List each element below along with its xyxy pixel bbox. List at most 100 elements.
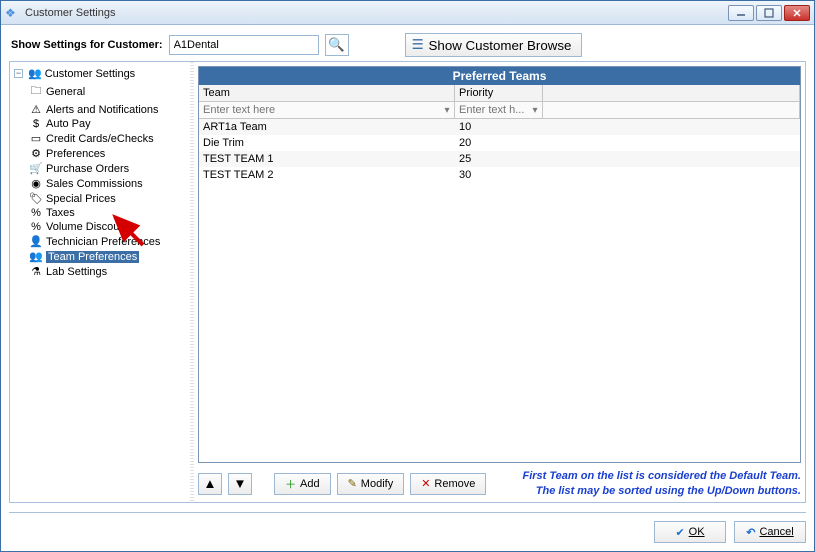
cell-team: TEST TEAM 1 <box>199 152 455 166</box>
add-label: Add <box>300 478 320 490</box>
sidebar-item-label: Special Prices <box>46 193 116 205</box>
grid-body[interactable]: ART1a Team10Die Trim20TEST TEAM 125TEST … <box>199 119 800 462</box>
sidebar-item-label: Purchase Orders <box>46 163 129 175</box>
sidebar-item-label: Taxes <box>46 207 75 219</box>
expander-icon[interactable]: − <box>14 69 23 78</box>
up-icon: ▲ <box>203 476 216 491</box>
folder-icon: 🗀 <box>29 82 43 101</box>
funnel-icon[interactable]: ▾ <box>528 105 542 116</box>
tree-root[interactable]: − 👥 Customer Settings <box>12 66 188 81</box>
show-customer-browse-button[interactable]: ☰ Show Customer Browse <box>405 33 583 57</box>
bell-icon: ⚠ <box>29 103 43 116</box>
minimize-button[interactable] <box>728 5 754 21</box>
cell-team: Die Trim <box>199 136 455 150</box>
maximize-button[interactable] <box>756 5 782 21</box>
app-icon: ❖ <box>5 6 19 20</box>
column-header-priority[interactable]: Priority <box>455 85 543 102</box>
sidebar-item-label: Team Preferences <box>46 251 139 263</box>
remove-label: Remove <box>434 478 475 490</box>
table-row[interactable]: ART1a Team10 <box>199 119 800 135</box>
sidebar-item-auto-pay[interactable]: $Auto Pay <box>26 117 188 131</box>
content-panel: Preferred Teams Team Priority ▾ ▾ ART1a … <box>194 62 805 502</box>
modify-button[interactable]: ✎ Modify <box>337 473 405 495</box>
customer-toolbar: Show Settings for Customer: 🔍 ☰ Show Cus… <box>1 25 814 65</box>
add-button[interactable]: ＋ Add <box>274 473 331 495</box>
main-panel: − 👥 Customer Settings 🗀General⚠Alerts an… <box>9 61 806 503</box>
percent-icon: % <box>29 207 43 219</box>
remove-icon: ✕ <box>421 477 430 490</box>
down-icon: ▼ <box>233 476 246 491</box>
sidebar-item-alerts-and-notifications[interactable]: ⚠Alerts and Notifications <box>26 102 188 117</box>
content-toolstrip: ▲ ▼ ＋ Add ✎ Modify ✕ Remove First Team o… <box>198 469 801 498</box>
sidebar: − 👥 Customer Settings 🗀General⚠Alerts an… <box>10 62 190 502</box>
search-button[interactable]: 🔍 <box>325 34 349 56</box>
sidebar-item-volume-discount[interactable]: %Volume Discount <box>26 220 188 234</box>
hint-text: First Team on the list is considered the… <box>492 469 801 498</box>
grid-filter-row: ▾ ▾ <box>199 102 800 119</box>
cell-team: TEST TEAM 2 <box>199 168 455 182</box>
modify-icon: ✎ <box>348 477 357 490</box>
funnel-icon[interactable]: ▾ <box>440 105 454 116</box>
sidebar-item-label: Volume Discount <box>46 221 129 233</box>
sidebar-item-team-preferences[interactable]: 👥Team Preferences <box>26 249 188 264</box>
tag-icon: 🏷 <box>29 192 43 205</box>
card-icon: ▭ <box>29 132 43 145</box>
sidebar-item-technician-preferences[interactable]: 👤Technician Preferences <box>26 234 188 249</box>
sidebar-item-sales-commissions[interactable]: ◉Sales Commissions <box>26 176 188 191</box>
sidebar-item-credit-cards-echecks[interactable]: ▭Credit Cards/eChecks <box>26 131 188 146</box>
move-down-button[interactable]: ▼ <box>228 473 252 495</box>
table-row[interactable]: Die Trim20 <box>199 135 800 151</box>
sidebar-item-label: General <box>46 86 85 98</box>
remove-button[interactable]: ✕ Remove <box>410 473 486 495</box>
sidebar-item-label: Auto Pay <box>46 118 91 130</box>
tree-root-label: Customer Settings <box>45 68 135 80</box>
preferred-teams-grid: Preferred Teams Team Priority ▾ ▾ ART1a … <box>198 66 801 463</box>
sidebar-item-label: Lab Settings <box>46 266 107 278</box>
customer-input[interactable] <box>169 35 319 55</box>
ok-button[interactable]: ✔ OK <box>654 521 726 543</box>
sidebar-item-label: Credit Cards/eChecks <box>46 133 154 145</box>
undo-icon: ↶ <box>746 526 755 539</box>
add-icon: ＋ <box>285 476 296 492</box>
browse-label: Show Customer Browse <box>429 38 572 53</box>
percent-icon: % <box>29 221 43 233</box>
filter-priority-input[interactable] <box>455 102 528 118</box>
list-icon: ☰ <box>412 37 424 53</box>
team-icon: 👥 <box>29 250 43 263</box>
grid-header: Team Priority <box>199 85 800 102</box>
coins-icon: ◉ <box>29 177 43 190</box>
gear-icon: ⚙ <box>29 147 43 160</box>
window-title: Customer Settings <box>25 7 726 19</box>
close-button[interactable] <box>784 5 810 21</box>
column-header-spacer <box>543 85 800 102</box>
person-icon: 👤 <box>29 235 43 248</box>
sidebar-item-label: Preferences <box>46 148 105 160</box>
dialog-footer: ✔ OK ↶ Cancel <box>9 512 806 543</box>
cell-team: ART1a Team <box>199 120 455 134</box>
cell-priority: 10 <box>455 120 543 134</box>
cancel-label: Cancel <box>759 526 793 538</box>
sidebar-item-label: Technician Preferences <box>46 236 160 248</box>
sidebar-item-general[interactable]: 🗀General <box>26 81 188 102</box>
cart-icon: 🛒 <box>29 162 43 175</box>
table-row[interactable]: TEST TEAM 230 <box>199 167 800 183</box>
ok-label: OK <box>689 526 705 538</box>
team-icon: 👥 <box>28 67 42 80</box>
column-header-team[interactable]: Team <box>199 85 455 102</box>
sidebar-item-label: Sales Commissions <box>46 178 143 190</box>
cell-priority: 20 <box>455 136 543 150</box>
sidebar-item-lab-settings[interactable]: ⚗Lab Settings <box>26 264 188 279</box>
grid-title: Preferred Teams <box>199 67 800 85</box>
sidebar-item-taxes[interactable]: %Taxes <box>26 206 188 220</box>
table-row[interactable]: TEST TEAM 125 <box>199 151 800 167</box>
cell-priority: 25 <box>455 152 543 166</box>
sidebar-item-special-prices[interactable]: 🏷Special Prices <box>26 191 188 206</box>
cell-priority: 30 <box>455 168 543 182</box>
sidebar-item-preferences[interactable]: ⚙Preferences <box>26 146 188 161</box>
filter-team-input[interactable] <box>199 102 440 118</box>
cancel-button[interactable]: ↶ Cancel <box>734 521 806 543</box>
move-up-button[interactable]: ▲ <box>198 473 222 495</box>
sidebar-item-purchase-orders[interactable]: 🛒Purchase Orders <box>26 161 188 176</box>
sidebar-item-label: Alerts and Notifications <box>46 104 159 116</box>
flask-icon: ⚗ <box>29 265 43 278</box>
